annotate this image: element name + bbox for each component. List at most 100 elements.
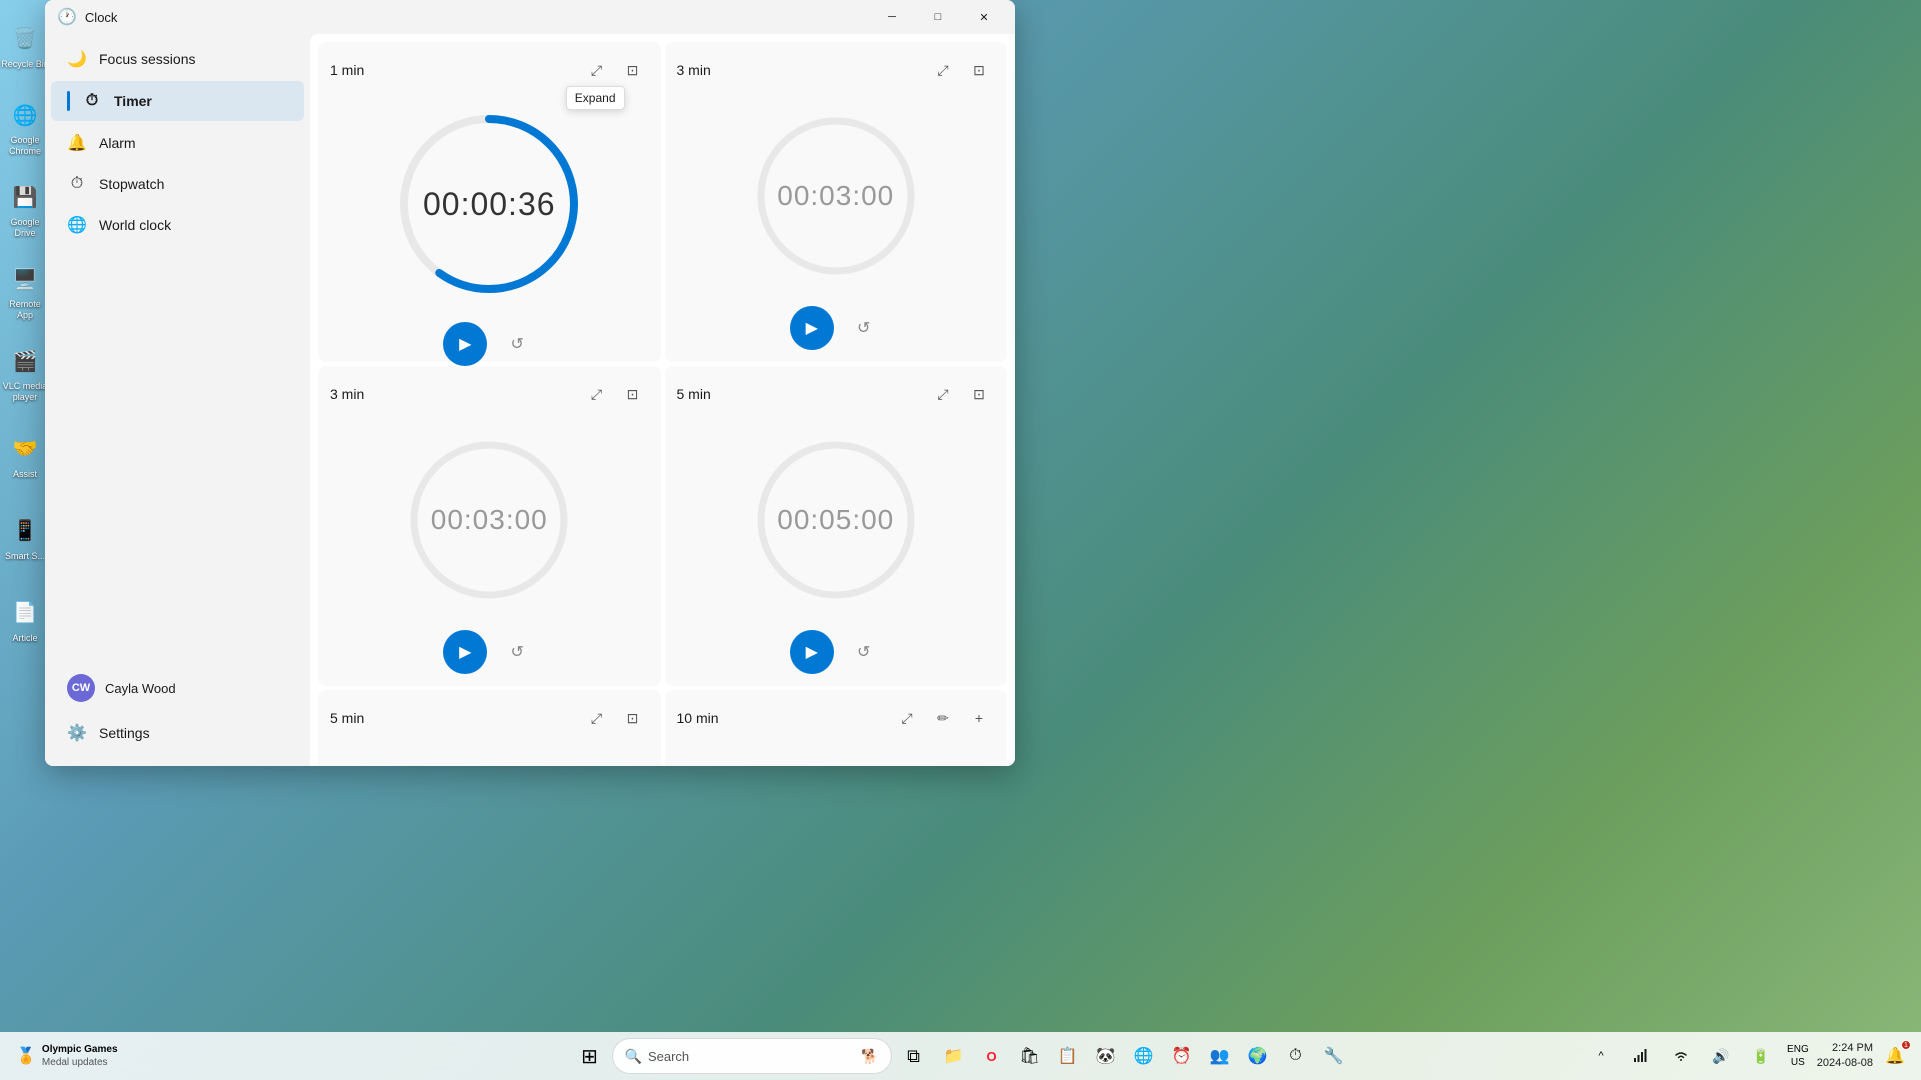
timer-header-buttons-5: ⤢ ⊡: [581, 702, 649, 734]
compact-button-3[interactable]: ⊡: [617, 378, 649, 410]
taskbar-wifi-icon[interactable]: [1663, 1038, 1699, 1074]
timer-circle-container-5: [330, 742, 649, 766]
reset-button-1[interactable]: ↺: [499, 326, 535, 362]
search-dog-icon: 🐕: [861, 1048, 878, 1065]
timer-display-4: 00:05:00: [746, 430, 926, 610]
search-label: Search: [648, 1049, 689, 1064]
user-info[interactable]: CW Cayla Wood: [51, 664, 304, 712]
taskbar-left: 🏅 Olympic Games Medal updates: [8, 1039, 126, 1073]
desktop-icon-label: Google Chrome: [1, 135, 49, 157]
reset-icon-2: ↺: [857, 318, 870, 338]
alarm-icon: 🔔: [67, 133, 87, 153]
play-button-4[interactable]: ▶: [790, 630, 834, 674]
taskbar-opera-icon[interactable]: O: [974, 1038, 1010, 1074]
play-button-2[interactable]: ▶: [790, 306, 834, 350]
taskbar-panda-icon[interactable]: 🐼: [1088, 1038, 1124, 1074]
timer-label-4: 5 min: [677, 386, 711, 402]
desktop-icon-recycle-bin[interactable]: 🗑️ Recycle Bin: [1, 5, 49, 85]
taskbar-sound-icon[interactable]: 🔊: [1703, 1038, 1739, 1074]
timer-display-3: 00:03:00: [399, 430, 579, 610]
expand-button-2[interactable]: ⤢: [927, 54, 959, 86]
maximize-button[interactable]: □: [915, 0, 961, 34]
title-bar: 🕐 Clock ─ □ ✕: [45, 0, 1015, 34]
desktop-icon-assist[interactable]: 🤝 Assist: [1, 415, 49, 495]
taskbar-chrome-icon[interactable]: 🌍: [1240, 1038, 1276, 1074]
timer-card-header-1: 1 min ⤢ ⊡: [330, 54, 649, 86]
timer-svg-5: [399, 762, 579, 766]
play-button-1[interactable]: ▶: [443, 322, 487, 366]
add-button-6[interactable]: +: [963, 702, 995, 734]
sidebar-item-label: Alarm: [99, 135, 136, 151]
minimize-button[interactable]: ─: [869, 0, 915, 34]
expand-button-1[interactable]: ⤢: [581, 54, 613, 86]
taskbar: 🏅 Olympic Games Medal updates ⊞ 🔍 Search…: [0, 1032, 1921, 1080]
taskbar-time-display: 2:24 PM: [1817, 1041, 1873, 1056]
expand-icon-4: ⤢: [937, 386, 948, 403]
search-box[interactable]: 🔍 Search 🐕: [612, 1038, 892, 1074]
notification-area[interactable]: 🏅 Olympic Games Medal updates: [8, 1039, 126, 1073]
sidebar-item-alarm[interactable]: 🔔 Alarm: [51, 123, 304, 163]
taskbar-teams-icon[interactable]: 👥: [1202, 1038, 1238, 1074]
timer-card-4: 5 min ⤢ ⊡ 00:05:: [665, 366, 1008, 686]
task-view-button[interactable]: ⧉: [894, 1036, 934, 1076]
start-icon: ⊞: [581, 1044, 598, 1069]
compact-button-2[interactable]: ⊡: [963, 54, 995, 86]
play-button-3[interactable]: ▶: [443, 630, 487, 674]
compact-button-5[interactable]: ⊡: [617, 702, 649, 734]
taskbar-clock[interactable]: 2:24 PM 2024-08-08: [1817, 1041, 1873, 1072]
taskbar-chevron[interactable]: ^: [1583, 1038, 1619, 1074]
timer-circle-container-6: [677, 742, 996, 766]
taskbar-network-icon[interactable]: [1623, 1038, 1659, 1074]
reset-button-2[interactable]: ↺: [846, 310, 882, 346]
taskbar-lang[interactable]: ENG US: [1783, 1041, 1813, 1071]
desktop-icon-chrome[interactable]: 🌐 Google Chrome: [1, 87, 49, 167]
reset-button-4[interactable]: ↺: [846, 634, 882, 670]
desktop-icon-label: VLC media player: [1, 381, 49, 403]
desktop-icon-remote[interactable]: 🖥️ Remote App: [1, 251, 49, 331]
timer-card-2: 3 min ⤢ ⊡ 00:03:: [665, 42, 1008, 362]
taskbar-app6-icon[interactable]: 📋: [1050, 1038, 1086, 1074]
expand-button-5[interactable]: ⤢: [581, 702, 613, 734]
user-avatar: CW: [67, 674, 95, 702]
taskbar-app12-icon[interactable]: 🔧: [1316, 1038, 1352, 1074]
taskbar-clock-icon[interactable]: ⏰: [1164, 1038, 1200, 1074]
title-bar-left: 🕐 Clock: [57, 7, 117, 27]
compact-icon-3: ⊡: [627, 386, 639, 403]
search-icon: 🔍: [625, 1048, 642, 1065]
desktop-icon-drive[interactable]: 💾 Google Drive: [1, 169, 49, 249]
expand-icon-2: ⤢: [937, 62, 948, 79]
taskbar-files-icon[interactable]: 📁: [936, 1038, 972, 1074]
timer-header-buttons-4: ⤢ ⊡: [927, 378, 995, 410]
reset-button-3[interactable]: ↺: [499, 634, 535, 670]
app-content: 🌙 Focus sessions ⏱ Timer 🔔 Alarm ⏱ Stopw…: [45, 34, 1015, 766]
reset-icon-1: ↺: [511, 334, 524, 354]
taskbar-edge-icon[interactable]: 🌐: [1126, 1038, 1162, 1074]
sidebar-item-settings[interactable]: ⚙️ Settings: [51, 713, 304, 753]
add-icon-6: +: [975, 710, 983, 726]
expand-button-3[interactable]: ⤢: [581, 378, 613, 410]
expand-button-6[interactable]: ⤢: [891, 702, 923, 734]
sidebar-item-world-clock[interactable]: 🌐 World clock: [51, 205, 304, 245]
timer-card-3: 3 min ⤢ ⊡ 00:03:: [318, 366, 661, 686]
compact-button-4[interactable]: ⊡: [963, 378, 995, 410]
play-icon-3: ▶: [459, 642, 471, 662]
start-button[interactable]: ⊞: [570, 1036, 610, 1076]
timer-grid: 1 min ⤢ ⊡ Expand: [310, 34, 1015, 766]
desktop-icon-article[interactable]: 📄 Article: [1, 579, 49, 659]
desktop-icon-smart[interactable]: 📱 Smart S...: [1, 497, 49, 577]
expand-button-4[interactable]: ⤢: [927, 378, 959, 410]
desktop-icon-label: Smart S...: [5, 551, 45, 562]
taskbar-app11-icon[interactable]: ⏱: [1278, 1038, 1314, 1074]
desktop-icon-vlc[interactable]: 🎬 VLC media player: [1, 333, 49, 413]
sidebar-item-timer[interactable]: ⏱ Timer: [51, 81, 304, 121]
taskbar-right: ^ 🔊 🔋 ENG US 2:24 PM 2024-08-08: [1583, 1038, 1913, 1074]
edit-button-6[interactable]: ✏: [927, 702, 959, 734]
sidebar-item-label: Stopwatch: [99, 176, 164, 192]
sidebar-item-focus-sessions[interactable]: 🌙 Focus sessions: [51, 39, 304, 79]
compact-button-1[interactable]: ⊡: [617, 54, 649, 86]
close-button[interactable]: ✕: [961, 0, 1007, 34]
taskbar-battery-icon[interactable]: 🔋: [1743, 1038, 1779, 1074]
taskbar-notification-icon[interactable]: 🔔 1: [1877, 1038, 1913, 1074]
sidebar-item-stopwatch[interactable]: ⏱ Stopwatch: [51, 165, 304, 203]
taskbar-store-icon[interactable]: 🛍: [1012, 1038, 1048, 1074]
